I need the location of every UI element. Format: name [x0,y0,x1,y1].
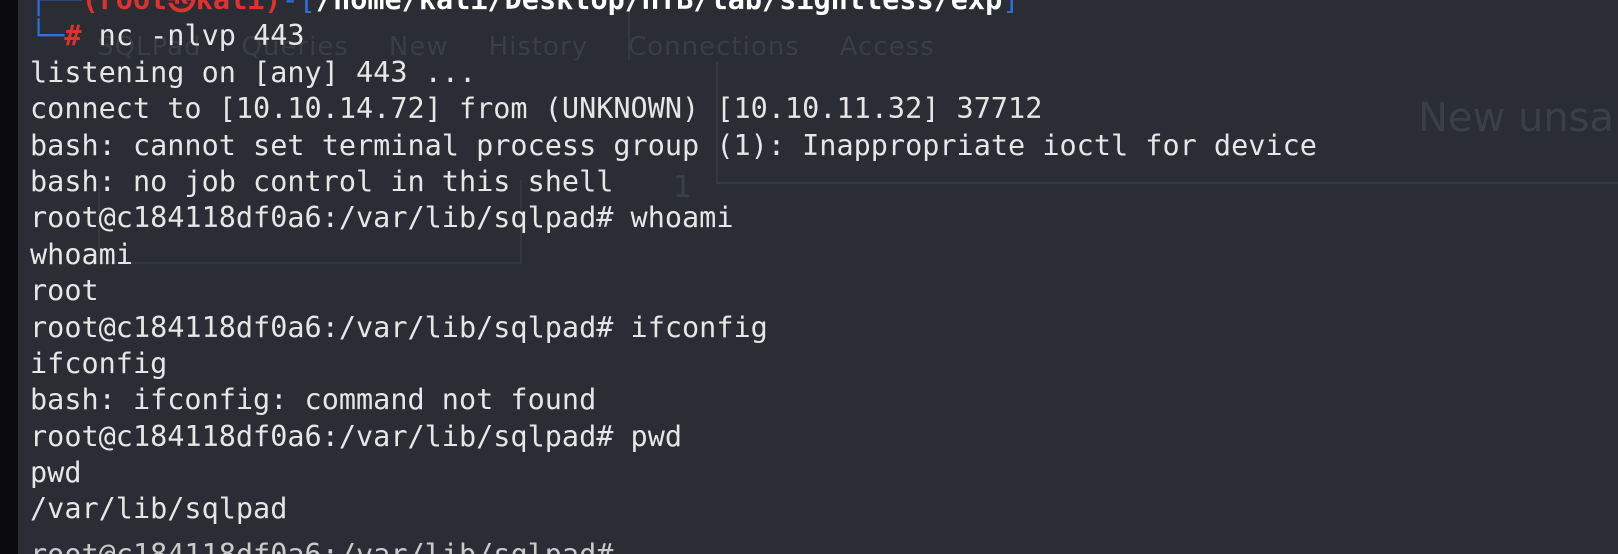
prompt-command-line: └─# nc -nlvp 443 [30,19,305,53]
prompt-command: nc -nlvp 443 [98,19,305,53]
output-line: root@c184118df0a6:/var/lib/sqlpad# ifcon… [30,310,768,344]
output-line: root@c184118df0a6:/var/lib/sqlpad# whoam… [30,201,734,235]
prompt-header: ┌──(root㉿kali)-[/home/kali/Desktop/HTB/l… [30,0,1317,18]
output-line: root@c184118df0a6:/var/lib/sqlpad# pwd [30,419,683,453]
terminal-output[interactable]: ┌──(root㉿kali)-[/home/kali/Desktop/HTB/l… [30,0,1317,528]
prompt-path: /home/kali/Desktop/HTB/lab/signtless/exp [316,0,1002,16]
output-line: root [30,274,99,308]
ghost-panel-title: New unsa [1418,95,1615,141]
terminal-window[interactable]: SQLPad Queries New History Connections Access… [18,0,1618,554]
output-line: pwd [30,456,82,490]
prompt-user-host: (root㉿kali) [81,0,281,16]
partial-prompt-line: root@c184118df0a6:/var/lib/sqlpad# [30,538,613,554]
output-line: bash: ifconfig: command not found [30,383,597,417]
output-line: whoami [30,237,133,271]
output-line: listening on [any] 443 ... [30,55,477,89]
output-line: /var/lib/sqlpad [30,492,288,526]
output-line: bash: cannot set terminal process group … [30,128,1317,162]
output-line: connect to [10.10.14.72] from (UNKNOWN) … [30,92,1043,126]
desktop-edge [0,0,18,554]
output-line: bash: no job control in this shell [30,164,614,198]
output-line: ifconfig [30,346,168,380]
